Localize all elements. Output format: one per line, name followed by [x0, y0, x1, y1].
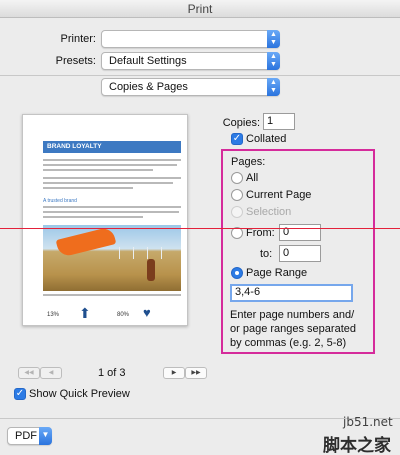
radio-page-range[interactable]	[231, 267, 243, 279]
text-line	[43, 187, 133, 189]
radio-selection	[231, 206, 243, 218]
child-figure	[147, 259, 155, 281]
page-indicator: 1 of 3	[98, 367, 126, 379]
preview-stats: 13% ⬆ 80% ♥	[43, 301, 181, 323]
to-field[interactable]: 0	[279, 245, 321, 262]
updown-arrows-icon: ▲ ▼	[267, 78, 280, 96]
bag-icon: ⬆	[79, 305, 91, 321]
from-field[interactable]: 0	[279, 224, 321, 241]
text-line	[43, 206, 181, 208]
preview-subheading: A trusted brand	[43, 198, 77, 204]
page-range-help-line-1: Enter page numbers and/	[230, 309, 355, 321]
radio-current-page[interactable]	[231, 189, 243, 201]
option-all-label: All	[246, 172, 259, 184]
divider	[0, 75, 400, 76]
radio-all[interactable]	[231, 172, 243, 184]
updown-arrows-icon: ▲ ▼	[267, 52, 280, 70]
text-line	[43, 294, 181, 296]
section-select[interactable]: Copies & Pages ▲ ▼	[101, 78, 280, 96]
pdf-label: PDF	[15, 430, 37, 442]
window-title: Print	[0, 0, 400, 18]
quick-preview-label: Show Quick Preview	[29, 388, 130, 400]
text-line	[43, 159, 181, 161]
stat-value: 80%	[117, 312, 130, 318]
page-range-help-line-2: or page ranges separated	[230, 323, 356, 335]
preview-heading: BRAND LOYALTY	[43, 141, 181, 153]
first-page-button: ◀◀	[18, 367, 40, 379]
printer-select[interactable]: ▲ ▼	[101, 30, 280, 48]
collated-checkbox[interactable]: ✓	[231, 133, 243, 145]
copies-label: Copies:	[222, 117, 260, 129]
windmill-shape	[133, 247, 134, 259]
presets-value: Default Settings	[109, 55, 187, 67]
printer-label: Printer:	[60, 33, 96, 45]
kite-shape	[55, 226, 117, 258]
text-line	[43, 169, 153, 171]
prev-page-button: ◀	[40, 367, 62, 379]
windmill-shape	[161, 247, 162, 259]
divider	[0, 418, 400, 419]
page-preview: BRAND LOYALTY A trusted brand 13% ⬆ 80% …	[22, 114, 188, 326]
quick-preview-checkbox[interactable]: ✓	[14, 388, 26, 400]
stat-value: 13%	[47, 312, 60, 318]
preview-photo	[43, 225, 181, 291]
chevron-down-icon: ▼	[39, 427, 52, 445]
option-page-range-label: Page Range	[246, 267, 308, 279]
heart-icon: ♥	[143, 305, 151, 320]
text-line	[43, 164, 177, 166]
pdf-menu-button[interactable]: PDF ▼	[7, 427, 52, 445]
text-line	[43, 182, 173, 184]
last-page-button[interactable]: ▶▶	[185, 367, 207, 379]
collated-label: Collated	[246, 133, 287, 145]
watermark-site: jb51.net	[343, 415, 393, 429]
copies-field[interactable]: 1	[263, 113, 295, 130]
to-label: to:	[260, 248, 273, 260]
pages-label: Pages:	[231, 156, 266, 168]
guide-line	[0, 228, 400, 229]
next-page-button[interactable]: ▶	[163, 367, 185, 379]
section-value: Copies & Pages	[109, 81, 188, 93]
option-current-page-label: Current Page	[246, 189, 312, 201]
windmill-shape	[147, 247, 148, 259]
text-line	[43, 216, 143, 218]
windmill-shape	[119, 247, 120, 259]
updown-arrows-icon: ▲ ▼	[267, 30, 280, 48]
page-range-help-line-3: by commas (e.g. 2, 5-8)	[230, 337, 347, 349]
text-line	[43, 211, 179, 213]
option-selection-label: Selection	[246, 206, 292, 218]
text-line	[43, 177, 181, 179]
presets-select[interactable]: Default Settings ▲ ▼	[101, 52, 280, 70]
page-range-field[interactable]: 3,4-6	[230, 284, 353, 302]
presets-label: Presets:	[55, 55, 96, 67]
watermark-name: 脚本之家	[323, 436, 391, 455]
